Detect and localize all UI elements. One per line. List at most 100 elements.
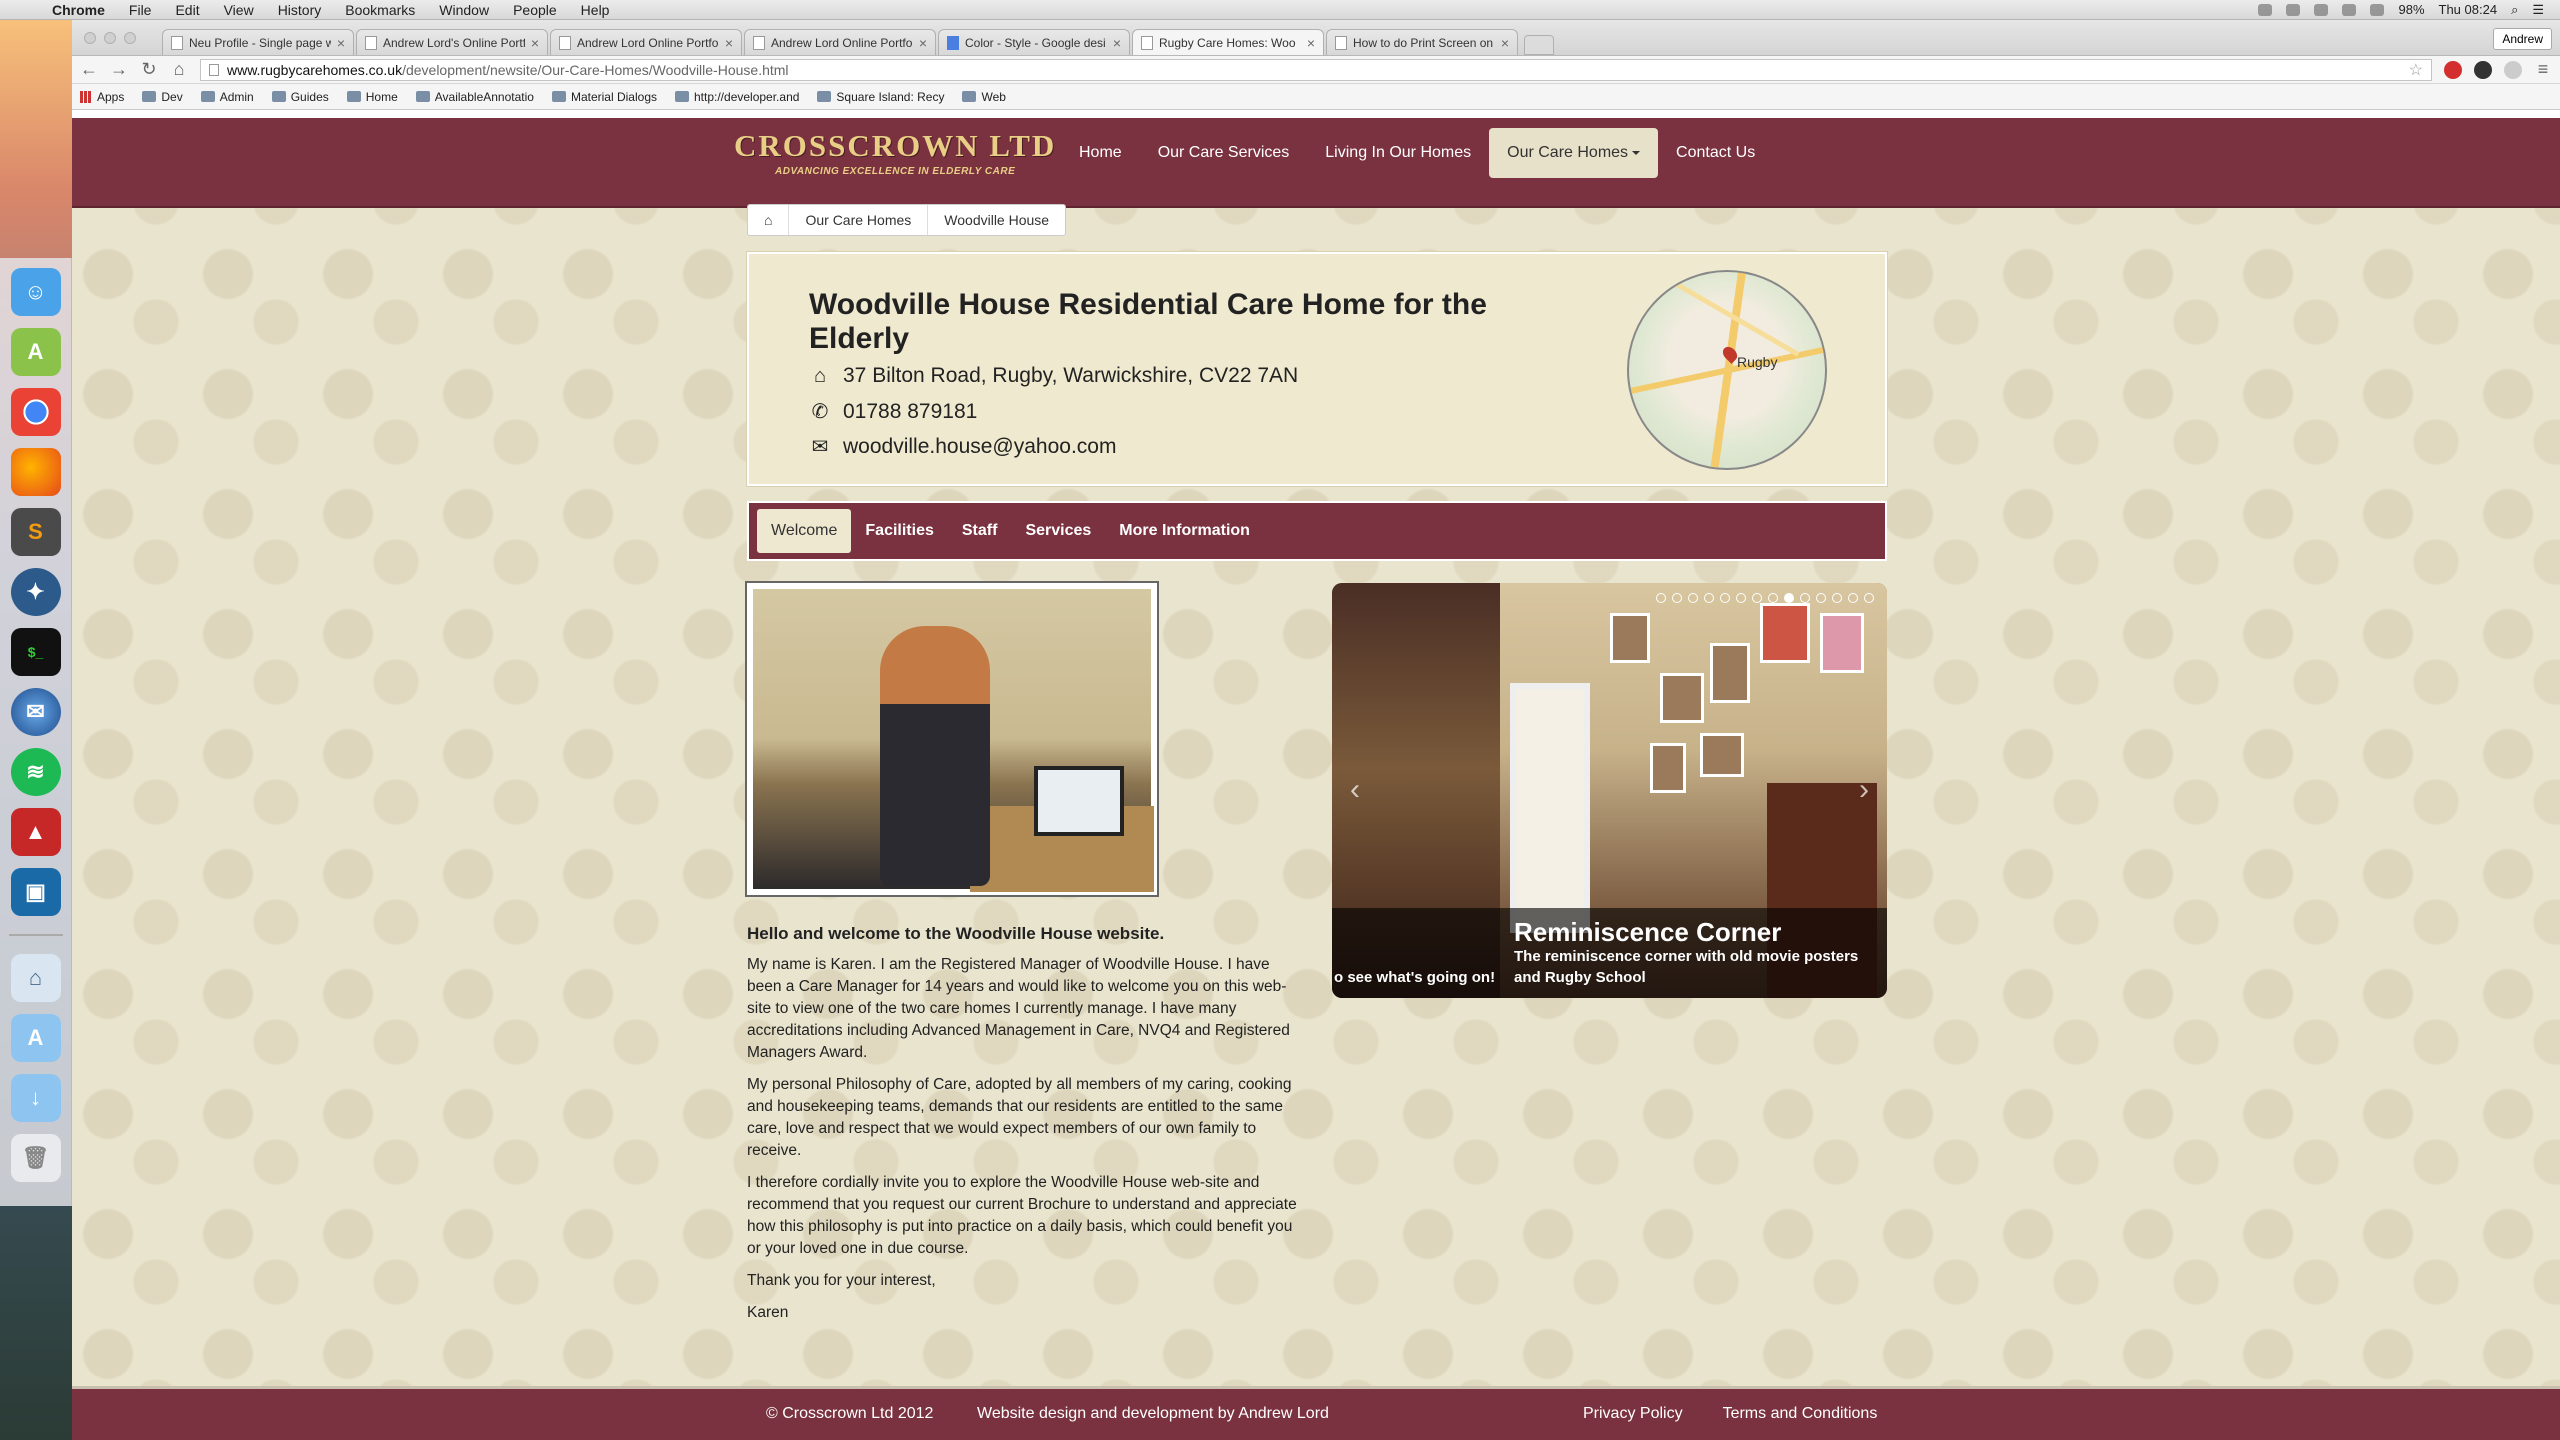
dropbox-icon[interactable]: [2314, 3, 2329, 16]
forward-arrow-icon[interactable]: →: [110, 59, 128, 80]
volume-icon[interactable]: [2370, 3, 2385, 16]
menu-window[interactable]: Window: [427, 2, 501, 18]
notification-center-icon[interactable]: ☰: [2532, 2, 2544, 18]
reload-icon[interactable]: ↻: [140, 59, 158, 80]
slider-dot[interactable]: [1704, 593, 1714, 603]
menu-edit[interactable]: Edit: [163, 2, 211, 18]
tab-close-icon[interactable]: ×: [1307, 35, 1315, 51]
tab-close-icon[interactable]: ×: [337, 35, 345, 51]
home-icon[interactable]: ⌂: [170, 59, 188, 80]
slider-next-arrow-icon[interactable]: ›: [1859, 773, 1869, 807]
slider-dot[interactable]: [1784, 593, 1794, 603]
extension-icon[interactable]: [2474, 60, 2492, 79]
breadcrumb-our-care-homes[interactable]: Our Care Homes: [789, 205, 929, 235]
browser-tab[interactable]: Rugby Care Homes: Woo ×: [1132, 29, 1324, 55]
browser-tab[interactable]: Andrew Lord Online Portfo ×: [550, 29, 742, 55]
privacy-policy-link[interactable]: Privacy Policy: [1583, 1405, 1683, 1423]
slider-dot[interactable]: [1816, 593, 1826, 603]
android-studio-icon[interactable]: A: [10, 328, 61, 376]
nav-link[interactable]: Living In Our Homes: [1307, 128, 1489, 178]
joystick-app-icon[interactable]: ▲: [10, 808, 61, 856]
terminal-icon[interactable]: $_: [10, 628, 61, 676]
nav-link[interactable]: Home: [1061, 128, 1140, 178]
menubar-clock[interactable]: Thu 08:24: [2439, 2, 2498, 17]
tab-close-icon[interactable]: ×: [725, 35, 733, 51]
slider-dot[interactable]: [1752, 593, 1762, 603]
chrome-icon[interactable]: [10, 388, 61, 436]
site-logo[interactable]: CROSSCROWN LTD ADVANCING EXCELLENCE IN E…: [734, 128, 1056, 177]
browser-tab[interactable]: Andrew Lord Online Portfo ×: [744, 29, 936, 55]
close-window-button[interactable]: [84, 32, 96, 44]
slider-dot[interactable]: [1672, 593, 1682, 603]
subnav-tab[interactable]: Services: [1011, 509, 1105, 553]
bookmark-item[interactable]: Square Island: Recy: [817, 90, 944, 104]
status-icon[interactable]: [2258, 3, 2273, 16]
slider-dot[interactable]: [1848, 593, 1858, 603]
slider-dot[interactable]: [1832, 593, 1842, 603]
nav-link[interactable]: Our Care Homes: [1489, 128, 1659, 178]
menu-view[interactable]: View: [212, 2, 266, 18]
spotlight-icon[interactable]: ⌕: [2511, 2, 2518, 18]
wifi-icon[interactable]: [2342, 3, 2357, 16]
image-slider[interactable]: o see what's going on! Reminiscence Corn…: [1332, 583, 1887, 998]
browser-tab[interactable]: How to do Print Screen on ×: [1326, 29, 1518, 55]
sourcetree-icon[interactable]: ✦: [10, 568, 61, 616]
address-bar[interactable]: www.rugbycarehomes.co.uk/development/new…: [200, 58, 2432, 81]
subnav-tab[interactable]: Staff: [948, 509, 1012, 553]
menu-app-name[interactable]: Chrome: [40, 2, 117, 18]
menu-people[interactable]: People: [501, 2, 569, 18]
subnav-tab[interactable]: Welcome: [757, 509, 852, 553]
nav-link[interactable]: Our Care Services: [1140, 128, 1308, 178]
bookmark-star-icon[interactable]: ☆: [2409, 60, 2423, 80]
spotify-icon[interactable]: ≋: [10, 748, 61, 796]
trash-icon[interactable]: 🗑: [10, 1134, 61, 1182]
zoom-window-button[interactable]: [124, 32, 136, 44]
firefox-icon[interactable]: [10, 448, 61, 496]
back-arrow-icon[interactable]: ←: [80, 59, 98, 80]
downloads-folder-icon[interactable]: ↓: [10, 1074, 61, 1122]
bookmark-item[interactable]: Material Dialogs: [551, 90, 657, 104]
browser-tab[interactable]: Color - Style - Google desi ×: [938, 29, 1130, 55]
sublime-text-icon[interactable]: S: [10, 508, 61, 556]
tab-close-icon[interactable]: ×: [531, 35, 539, 51]
menu-file[interactable]: File: [117, 2, 164, 18]
adblock-extension-icon[interactable]: [2444, 60, 2462, 79]
slider-dot[interactable]: [1736, 593, 1746, 603]
tab-close-icon[interactable]: ×: [1501, 35, 1509, 51]
status-icon[interactable]: [2286, 3, 2301, 16]
home-folder-icon[interactable]: ⌂: [10, 954, 61, 1002]
nav-link[interactable]: Contact Us: [1658, 128, 1773, 178]
slider-dot[interactable]: [1656, 593, 1666, 603]
applications-folder-icon[interactable]: A: [10, 1014, 61, 1062]
subnav-tab[interactable]: More Information: [1105, 509, 1264, 553]
subnav-tab[interactable]: Facilities: [851, 509, 947, 553]
bookmark-item[interactable]: Dev: [142, 90, 183, 104]
breadcrumb-home[interactable]: ⌂: [748, 205, 790, 235]
bookmark-item[interactable]: Apps: [80, 90, 124, 104]
slider-dot[interactable]: [1768, 593, 1778, 603]
bookmark-item[interactable]: AvailableAnnotatio: [415, 90, 534, 104]
finder-icon[interactable]: ☺: [10, 268, 61, 316]
home-email[interactable]: woodville.house@yahoo.com: [843, 435, 1116, 459]
new-tab-button[interactable]: [1524, 35, 1554, 55]
slider-dot[interactable]: [1800, 593, 1810, 603]
extension-icon[interactable]: [2504, 60, 2522, 79]
slider-dot[interactable]: [1688, 593, 1698, 603]
bookmark-item[interactable]: Guides: [271, 90, 329, 104]
tab-close-icon[interactable]: ×: [919, 35, 927, 51]
bookmark-item[interactable]: Home: [346, 90, 398, 104]
app-window-icon[interactable]: ▣: [10, 868, 61, 916]
menu-bookmarks[interactable]: Bookmarks: [333, 2, 427, 18]
thunderbird-icon[interactable]: ✉: [10, 688, 61, 736]
profile-button[interactable]: Andrew: [2493, 28, 2552, 50]
minimize-window-button[interactable]: [104, 32, 116, 44]
browser-tab[interactable]: Andrew Lord's Online Portf ×: [356, 29, 548, 55]
location-map[interactable]: Rugby: [1627, 270, 1827, 470]
terms-link[interactable]: Terms and Conditions: [1723, 1405, 1878, 1423]
bookmark-item[interactable]: http://developer.and: [675, 90, 799, 104]
slider-prev-arrow-icon[interactable]: ‹: [1350, 773, 1360, 807]
bookmark-item[interactable]: Admin: [200, 90, 254, 104]
browser-tab[interactable]: Neu Profile - Single page w ×: [162, 29, 354, 55]
battery-percent[interactable]: 98%: [2398, 2, 2424, 17]
menu-history[interactable]: History: [266, 2, 334, 18]
